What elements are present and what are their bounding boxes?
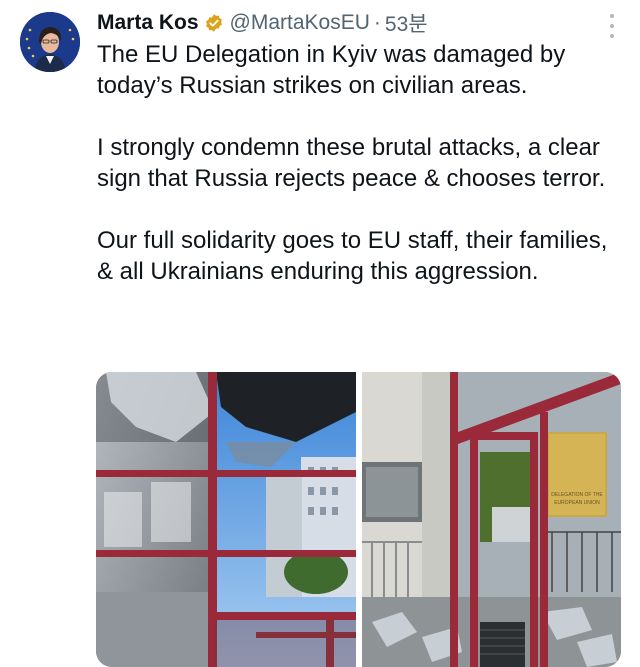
avatar[interactable]: [20, 12, 80, 72]
more-options-icon[interactable]: [608, 14, 616, 38]
tweet-text: The EU Delegation in Kyiv was damaged by…: [97, 39, 617, 287]
plaque-text: DELEGATION OF THE: [551, 492, 603, 498]
media-grid: DELEGATION OF THE EUROPEAN UNION: [96, 372, 621, 667]
author-name[interactable]: Marta Kos: [97, 11, 199, 35]
tweet-paragraph-3: Our full solidarity goes to EU staff, th…: [97, 227, 608, 285]
photo-damaged-building-windows[interactable]: [96, 372, 356, 667]
tweet-paragraph-1: The EU Delegation in Kyiv was damaged by…: [97, 41, 566, 99]
photo-damaged-entrance-door[interactable]: DELEGATION OF THE EUROPEAN UNION: [362, 372, 621, 667]
author-handle[interactable]: @MartaKosEU: [230, 11, 370, 35]
verified-badge-icon: [204, 13, 224, 33]
tweet-header: Marta Kos @MartaKosEU · 53분: [97, 8, 428, 38]
separator-dot: ·: [373, 11, 381, 34]
svg-text:EUROPEAN UNION: EUROPEAN UNION: [554, 500, 600, 506]
tweet-paragraph-2: I strongly condemn these brutal attacks,…: [97, 134, 606, 192]
timestamp[interactable]: 53분: [385, 8, 428, 38]
